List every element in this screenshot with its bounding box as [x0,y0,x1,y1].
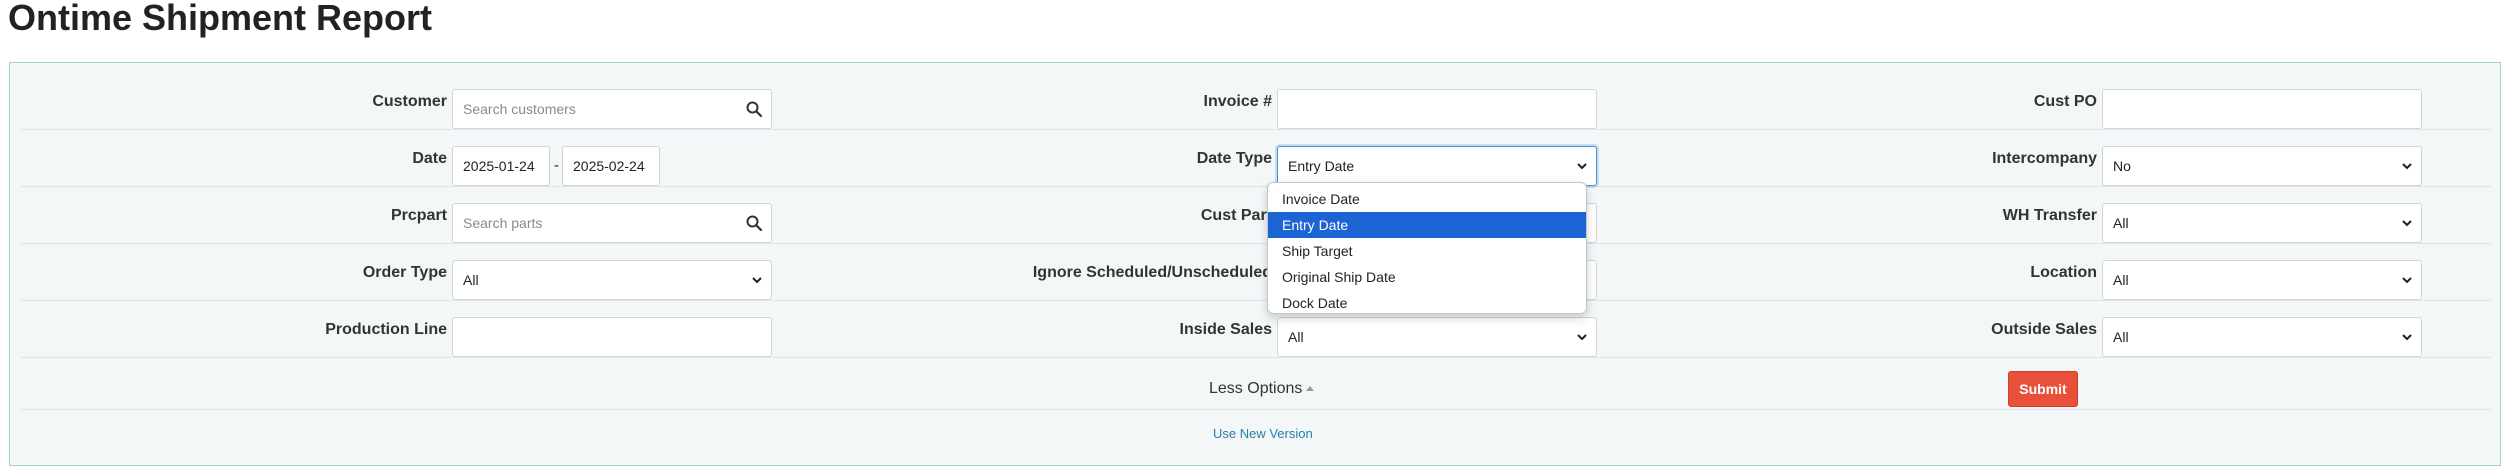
filter-row-3: Prcpart Search parts Cust Part WH Transf… [21,187,2491,244]
ignore-scheduled-label: Ignore Scheduled/Unscheduled [1032,264,1272,281]
caret-up-icon [1306,386,1315,392]
prcpart-label: Prcpart [390,207,447,224]
filter-row-2: Date 2025-01-24 - 2025-02-24 Date Type E… [21,130,2491,187]
search-icon[interactable] [745,214,763,232]
cust-part-label: Cust Part [1200,207,1272,224]
page-title: Ontime Shipment Report [8,0,433,38]
order-type-value: All [463,272,479,288]
location-select[interactable]: All [2102,260,2422,300]
location-label: Location [2030,264,2097,281]
outside-sales-label: Outside Sales [1991,321,2097,338]
filter-panel: Customer Search customers Invoice # Cust… [9,62,2501,466]
date-from-input[interactable]: 2025-01-24 [452,146,550,186]
chevron-down-icon [2402,277,2412,284]
chevron-down-icon [2402,163,2412,170]
chevron-down-icon [2402,334,2412,341]
invoice-label: Invoice # [1203,93,1272,110]
intercompany-label: Intercompany [1992,150,2097,167]
intercompany-value: No [2113,158,2131,174]
date-to-input[interactable]: 2025-02-24 [562,146,660,186]
order-type-select[interactable]: All [452,260,772,300]
date-type-value: Entry Date [1288,158,1355,174]
invoice-input[interactable] [1277,89,1597,129]
less-options-label: Less Options [1209,380,1303,397]
search-icon[interactable] [745,100,763,118]
date-type-option[interactable]: Ship Target [1268,238,1586,264]
date-type-option[interactable]: Dock Date [1268,290,1586,316]
production-line-input[interactable] [452,317,772,357]
wh-transfer-value: All [2113,215,2129,231]
outside-sales-select[interactable]: All [2102,317,2422,357]
date-type-option[interactable]: Original Ship Date [1268,264,1586,290]
production-line-label: Production Line [325,321,447,338]
customer-label: Customer [372,93,447,110]
date-type-option-selected[interactable]: Entry Date [1268,212,1586,238]
date-type-dropdown: Invoice Date Entry Date Ship Target Orig… [1267,182,1587,314]
chevron-down-icon [752,277,762,284]
outside-sales-value: All [2113,329,2129,345]
date-type-label: Date Type [1196,150,1272,167]
intercompany-select[interactable]: No [2102,146,2422,186]
use-new-version-link[interactable]: Use New Version [1213,424,1313,444]
filter-row-4: Order Type All Ignore Scheduled/Unschedu… [21,244,2491,301]
date-type-option[interactable]: Invoice Date [1268,186,1586,212]
wh-transfer-select[interactable]: All [2102,203,2422,243]
order-type-label: Order Type [362,264,447,281]
inside-sales-select[interactable]: All [1277,317,1597,357]
location-value: All [2113,272,2129,288]
filter-row-5: Production Line Inside Sales All Outside… [21,301,2491,358]
customer-search-input[interactable]: Search customers [452,89,772,129]
wh-transfer-label: WH Transfer [2002,207,2097,224]
filter-row-1: Customer Search customers Invoice # Cust… [21,73,2491,130]
cust-po-input[interactable] [2102,89,2422,129]
chevron-down-icon [2402,220,2412,227]
inside-sales-label: Inside Sales [1179,321,1273,338]
submit-button[interactable]: Submit [2008,371,2078,407]
chevron-down-icon [1577,334,1587,341]
cust-po-label: Cust PO [2033,93,2097,110]
customer-search-placeholder: Search customers [463,101,576,117]
date-separator: - [554,157,559,174]
date-label: Date [412,150,447,167]
date-type-select[interactable]: Entry Date [1277,146,1597,186]
chevron-down-icon [1577,163,1587,170]
prcpart-search-input[interactable]: Search parts [452,203,772,243]
inside-sales-value: All [1288,329,1304,345]
less-options-toggle[interactable]: Less Options [1209,378,1315,400]
prcpart-search-placeholder: Search parts [463,215,543,231]
